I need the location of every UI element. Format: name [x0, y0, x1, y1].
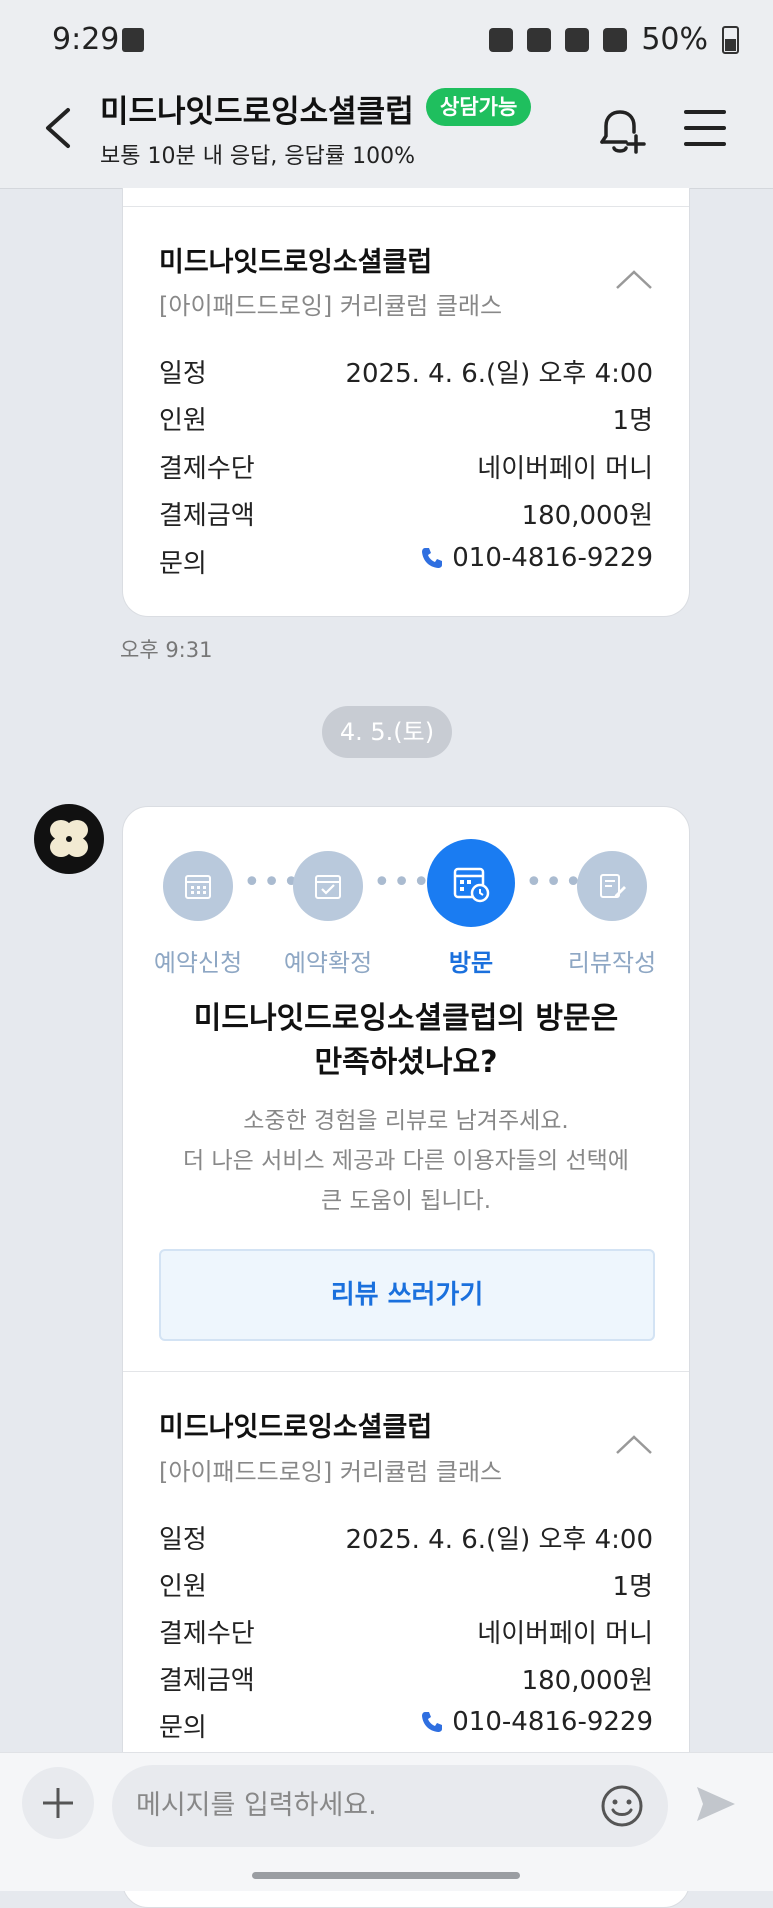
row-label-people: 인원: [159, 1572, 207, 1602]
row-value-people: 1명: [612, 1572, 653, 1602]
step-connector: •••: [525, 865, 585, 900]
alarm-icon: [489, 27, 514, 52]
status-badge: 상담가능: [426, 88, 532, 126]
clover-logo-icon: [50, 820, 88, 857]
phone-notification-icon: [122, 28, 144, 52]
step-label-request: 예약신청: [153, 949, 243, 977]
row-label-schedule: 일정: [159, 1525, 207, 1555]
contact-phone-number: 010-4816-9229: [452, 1707, 653, 1737]
notification-add-icon[interactable]: [592, 104, 648, 160]
shop-name: 미드나잇드로잉소셜클럽: [159, 247, 433, 278]
shop-avatar[interactable]: [34, 804, 104, 874]
step-label-confirmed: 예약확정: [283, 949, 373, 977]
row-label-amount: 결제금액: [159, 501, 255, 531]
chat-title: 미드나잇드로잉소셜클럽: [100, 94, 414, 130]
review-desc-line1: 소중한 경험을 리뷰로 남겨주세요.: [243, 1108, 569, 1134]
battery-percent: 50%: [641, 22, 708, 57]
row-label-people: 인원: [159, 406, 207, 436]
row-label-amount: 결제금액: [159, 1666, 255, 1696]
calendar-icon: [185, 875, 211, 899]
row-value-payment-method: 네이버페이 머니: [477, 454, 653, 484]
contact-phone-number: 010-4816-9229: [452, 543, 653, 573]
status-bar: 9:29 50%: [0, 0, 773, 80]
chevron-up-icon[interactable]: [615, 1433, 653, 1455]
contact-phone-link[interactable]: 010-4816-9229: [420, 1707, 653, 1737]
review-question-line1: 미드나잇드로잉소셜클럽의 방문은: [193, 1001, 619, 1036]
row-value-people: 1명: [612, 406, 653, 436]
row-label-contact: 문의: [159, 1713, 207, 1743]
emoji-icon[interactable]: [600, 1784, 644, 1828]
class-name: [아이패드드로잉] 커리큘럼 클래스: [159, 292, 503, 320]
shop-name: 미드나잇드로잉소셜클럽: [159, 1412, 433, 1443]
menu-icon[interactable]: [684, 108, 726, 148]
chevron-up-icon[interactable]: [615, 268, 653, 290]
message-input[interactable]: 메시지를 입력하세요.: [112, 1765, 668, 1847]
phone-icon: [422, 548, 443, 568]
review-question-line2: 만족하셨나요?: [314, 1045, 498, 1080]
review-desc-line2: 더 나은 서비스 제공과 다른 이용자들의 선택에: [183, 1148, 629, 1174]
send-icon[interactable]: [694, 1783, 738, 1825]
step-label-visit: 방문: [448, 949, 494, 977]
booking-card: 미드나잇드로잉소셜클럽 [아이패드드로잉] 커리큘럼 클래스 일정 2025. …: [122, 188, 690, 617]
calendar-clock-icon: [453, 867, 490, 903]
row-value-schedule: 2025. 4. 6.(일) 오후 4:00: [345, 359, 653, 389]
calendar-check-icon: [315, 875, 341, 899]
step-visit: [427, 839, 515, 927]
step-reservation-confirmed: [293, 851, 363, 921]
write-review-button[interactable]: 리뷰 쓰러가기: [159, 1249, 655, 1341]
message-placeholder: 메시지를 입력하세요.: [136, 1790, 377, 1821]
edit-note-icon: [600, 874, 626, 898]
chat-header: 미드나잇드로잉소셜클럽 상담가능 보통 10분 내 응답, 응답률 100%: [0, 80, 773, 189]
back-arrow-icon[interactable]: [38, 104, 82, 152]
review-desc-line3: 큰 도움이 됩니다.: [320, 1188, 492, 1214]
message-composer: 메시지를 입력하세요.: [0, 1752, 773, 1891]
row-label-contact: 문의: [159, 549, 207, 579]
step-connector: •••: [373, 865, 433, 900]
row-value-payment-method: 네이버페이 머니: [477, 1619, 653, 1649]
chat-subtitle: 보통 10분 내 응답, 응답률 100%: [100, 144, 416, 169]
date-separator: 4. 5.(토): [322, 706, 452, 758]
row-value-schedule: 2025. 4. 6.(일) 오후 4:00: [345, 1525, 653, 1555]
row-label-payment-method: 결제수단: [159, 1619, 255, 1649]
status-icons: 50%: [489, 22, 739, 57]
phone-icon: [422, 1712, 443, 1732]
signal-icon: [603, 27, 628, 52]
step-label-review: 리뷰작성: [567, 949, 657, 977]
status-time: 9:29: [52, 22, 120, 57]
attach-plus-button[interactable]: [22, 1767, 94, 1839]
row-value-amount: 180,000원: [521, 501, 653, 531]
message-timestamp: 오후 9:31: [120, 638, 213, 662]
battery-icon: [722, 25, 739, 54]
home-indicator[interactable]: [252, 1872, 520, 1879]
mute-icon: [527, 27, 552, 52]
row-label-payment-method: 결제수단: [159, 454, 255, 484]
class-name: [아이패드드로잉] 커리큘럼 클래스: [159, 1458, 503, 1486]
row-label-schedule: 일정: [159, 359, 207, 389]
contact-phone-link[interactable]: 010-4816-9229: [420, 543, 653, 573]
step-reservation-request: [163, 851, 233, 921]
step-write-review: [577, 851, 647, 921]
review-request-card: ••• ••• ••• 예약신청 예약확정 방문 리뷰작성 미드나잇드로잉소셜클…: [122, 806, 690, 1908]
row-value-amount: 180,000원: [521, 1666, 653, 1696]
wifi-icon: [565, 27, 590, 52]
